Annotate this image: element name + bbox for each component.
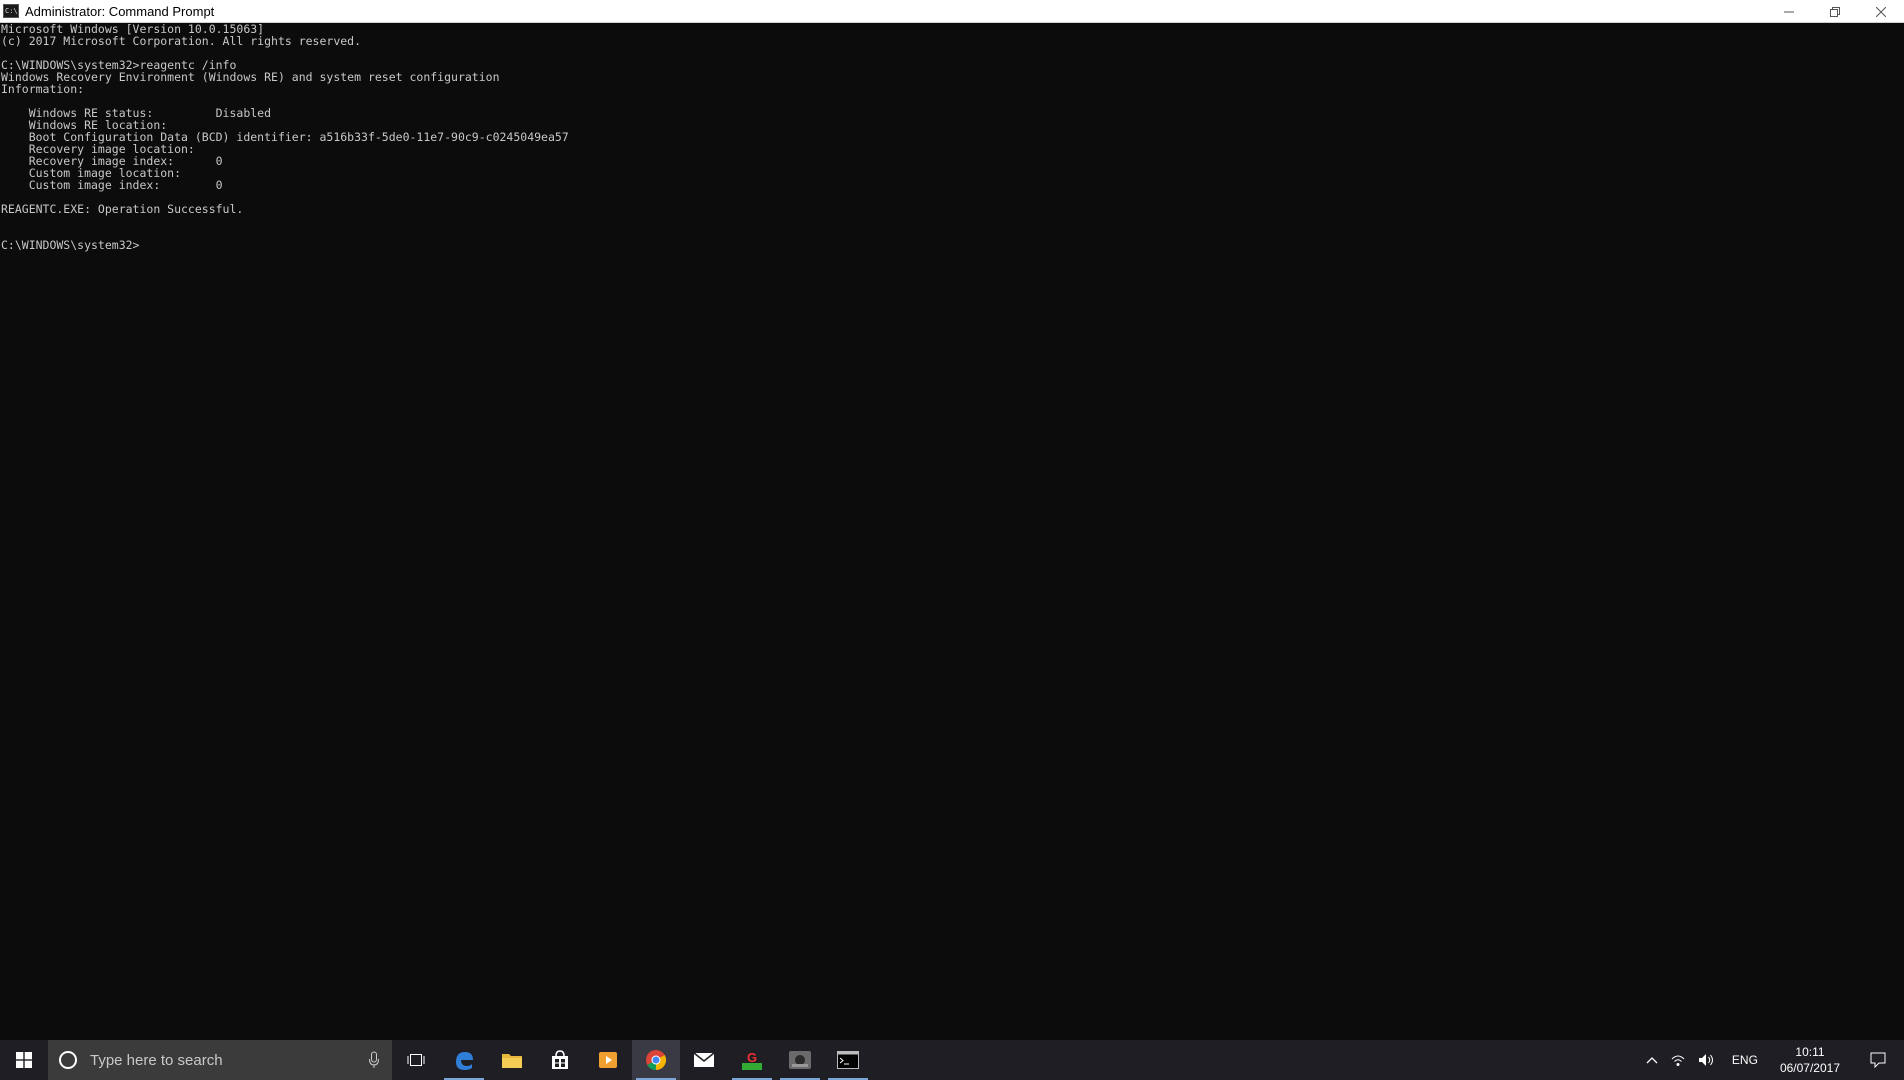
console-line: Information: [1,82,85,96]
clock-date: 06/07/2017 [1779,1061,1840,1075]
gpu-z-button[interactable]: G [728,1040,776,1080]
chrome-button[interactable] [632,1040,680,1080]
console-output[interactable]: Microsoft Windows [Version 10.0.15063] (c… [0,23,1904,1040]
edge-icon [456,1052,473,1070]
console-prompt[interactable]: C:\WINDOWS\system32> [1,239,1904,251]
network-button[interactable] [1664,1040,1692,1080]
chevron-up-icon [1646,1057,1658,1064]
close-button[interactable] [1858,0,1904,23]
console-line: Custom image index: 0 [1,178,223,192]
search-box[interactable]: Type here to search [48,1040,392,1080]
window-titlebar[interactable]: Administrator: Command Prompt [0,0,1904,23]
notification-icon [1870,1052,1886,1068]
clock-time: 10:11 [1795,1045,1825,1059]
microphone-icon[interactable] [368,1051,380,1069]
store-icon [552,1050,568,1069]
mail-button[interactable] [680,1040,728,1080]
console-line: Windows RE status: Disabled [1,106,272,120]
start-button[interactable] [0,1040,48,1080]
cmd-icon [3,4,19,18]
speaker-icon [1698,1054,1713,1066]
console-line: REAGENTC.EXE: Operation Successful. [1,202,244,216]
edge-button[interactable] [440,1040,488,1080]
action-center-button[interactable] [1852,1040,1904,1080]
task-view-icon [407,1054,425,1066]
store-button[interactable] [536,1040,584,1080]
network-icon [1671,1055,1685,1066]
app-button[interactable] [776,1040,824,1080]
minimize-button[interactable] [1766,0,1812,23]
language-indicator[interactable]: ENG [1722,1053,1768,1067]
clock[interactable]: 10:11 06/07/2017 [1768,1044,1852,1076]
cortana-icon [59,1051,77,1069]
console-line: Windows Recovery Environment (Windows RE… [1,70,500,84]
windows-logo-icon [16,1052,32,1068]
svg-text:G: G [747,1050,757,1065]
command-prompt-button[interactable] [824,1040,872,1080]
console-line: Boot Configuration Data (BCD) identifier… [1,130,569,144]
console-line: (c) 2017 Microsoft Corporation. All righ… [1,34,362,48]
window-title: Administrator: Command Prompt [25,3,215,19]
media-player-icon [599,1052,617,1068]
mail-icon [693,1052,715,1067]
show-hidden-icons-button[interactable] [1640,1040,1664,1080]
file-explorer-button[interactable] [488,1040,536,1080]
console-line: Custom image location: [1,166,182,180]
console-text: Microsoft Windows [Version 10.0.15063] (c… [0,23,1904,251]
console-line: Recovery image index: 0 [1,154,223,168]
taskbar: Type here to search G ENG 10:11 06/07/20… [0,1040,1904,1080]
search-placeholder: Type here to search [90,1051,223,1069]
media-player-button[interactable] [584,1040,632,1080]
restore-button[interactable] [1812,0,1858,23]
restore-icon [1830,6,1840,17]
volume-button[interactable] [1692,1040,1722,1080]
task-view-button[interactable] [392,1040,440,1080]
chrome-icon [646,1050,667,1071]
minimize-icon [1784,11,1794,12]
app-icon [789,1051,811,1069]
console-line: Recovery image location: [1,142,195,156]
file-explorer-icon [502,1054,522,1068]
system-tray: ENG 10:11 06/07/2017 [1640,1040,1904,1080]
gpu-z-icon: G [742,1050,762,1070]
close-icon [1876,6,1886,17]
command-prompt-icon [837,1051,859,1069]
